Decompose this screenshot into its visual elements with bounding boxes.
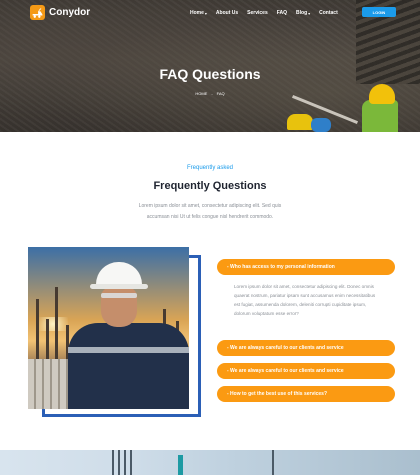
worker-photo bbox=[28, 247, 189, 409]
nav-item-faq[interactable]: FAQ bbox=[277, 10, 287, 16]
nav-item-home[interactable]: Home ▾ bbox=[190, 10, 207, 16]
main-nav: Home ▾ About Us Services FAQ Blog ▾ Contac… bbox=[190, 10, 347, 16]
faq-question-4[interactable]: - How to get the best use of this servic… bbox=[217, 386, 395, 402]
bottom-banner-detail bbox=[178, 455, 183, 475]
bottom-banner-image bbox=[0, 450, 420, 475]
nav-item-contact[interactable]: Contact bbox=[319, 10, 338, 16]
excavator-icon bbox=[30, 5, 45, 20]
faq-question-2[interactable]: - We are always careful to our clients a… bbox=[217, 340, 395, 356]
faq-question-1[interactable]: - Who has access to my personal informat… bbox=[217, 259, 395, 275]
breadcrumb-current: FAQ bbox=[216, 91, 225, 96]
faq-answer-1: Lorem ipsum dolor sit amet, consectetur … bbox=[234, 284, 376, 316]
breadcrumb: HOME - FAQ bbox=[0, 91, 420, 96]
login-button[interactable]: LOGIN bbox=[362, 7, 396, 17]
nav-item-about[interactable]: About Us bbox=[216, 10, 238, 16]
faq-question-3[interactable]: - We are always careful to our clients a… bbox=[217, 363, 395, 379]
nav-item-services[interactable]: Services bbox=[247, 10, 268, 16]
brand-logo[interactable]: Conydor bbox=[30, 5, 90, 20]
breadcrumb-separator: - bbox=[211, 91, 213, 96]
hero-worker-vest bbox=[362, 100, 398, 132]
page-title: FAQ Questions bbox=[159, 66, 261, 82]
section-eyebrow: Frequently asked bbox=[186, 165, 234, 171]
hero-boot bbox=[287, 114, 313, 130]
chevron-down-icon: ▾ bbox=[308, 10, 311, 16]
section-title: Frequently Questions bbox=[153, 180, 267, 192]
hero-boot bbox=[311, 118, 331, 132]
brand-name: Conydor bbox=[49, 7, 91, 18]
chevron-down-icon: ▾ bbox=[204, 10, 207, 16]
breadcrumb-home[interactable]: HOME bbox=[195, 91, 207, 96]
nav-item-blog[interactable]: Blog ▾ bbox=[296, 10, 310, 16]
section-intro: Lorem ipsum dolor sit amet, consectetur … bbox=[138, 203, 282, 220]
